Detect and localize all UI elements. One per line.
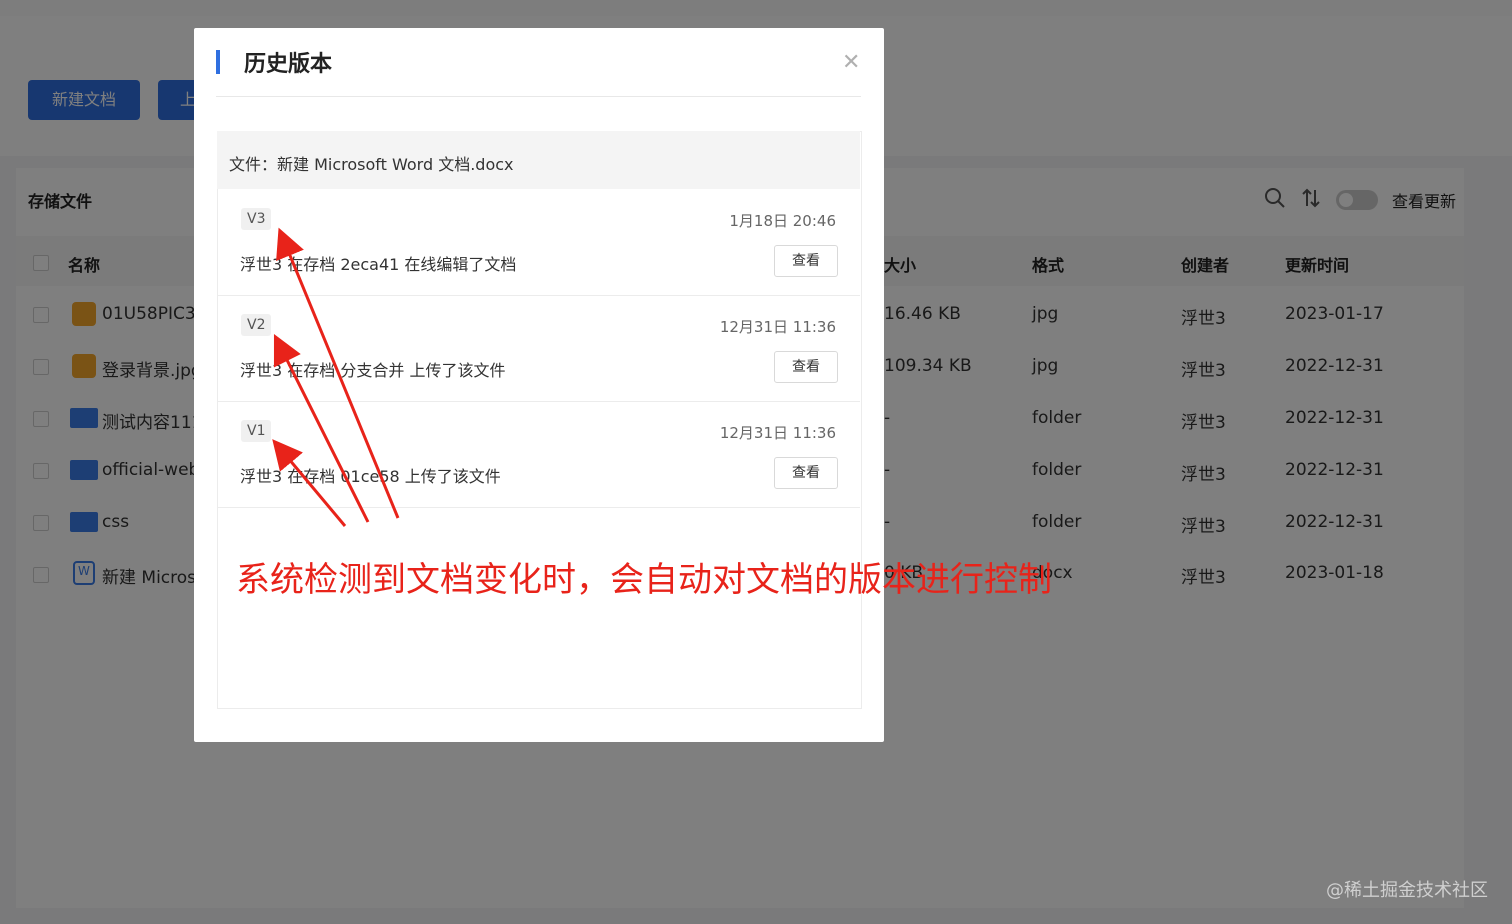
watermark: @稀土掘金技术社区 [1326,880,1488,901]
arrow-to-v3 [276,227,400,519]
annotation-arrows [272,227,400,527]
arrow-to-v2 [273,333,370,523]
annotation-text: 系统检测到文档变化时，会自动对文档的版本进行控制 [236,560,1052,600]
